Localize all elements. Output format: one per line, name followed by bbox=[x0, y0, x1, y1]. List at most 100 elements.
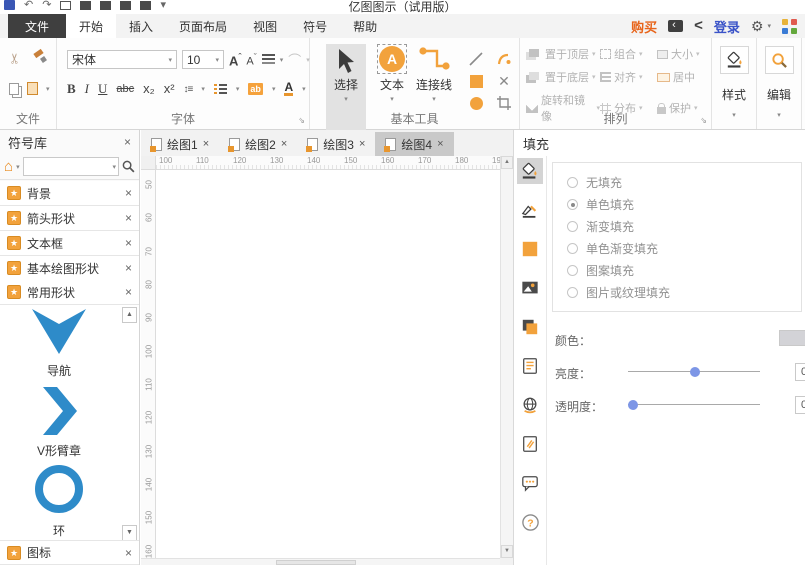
tab-symbols[interactable]: 符号 bbox=[290, 14, 340, 38]
note-tab-icon[interactable] bbox=[517, 353, 543, 379]
tab-home[interactable]: 开始 bbox=[66, 14, 116, 38]
radio-icon[interactable] bbox=[567, 221, 578, 232]
search-icon[interactable] bbox=[122, 160, 135, 173]
search-dropdown-icon[interactable]: ▾ bbox=[112, 163, 116, 171]
attachment-tab-icon[interactable] bbox=[517, 431, 543, 457]
bold-button[interactable]: B bbox=[67, 82, 76, 96]
curve-tool-icon[interactable] bbox=[496, 51, 512, 67]
tab-drawing4[interactable]: 绘图4 × bbox=[375, 132, 453, 156]
edit-button[interactable] bbox=[765, 46, 794, 74]
brightness-slider[interactable] bbox=[628, 371, 760, 372]
section-close-icon[interactable]: × bbox=[125, 238, 132, 248]
superscript-button[interactable]: x² bbox=[164, 82, 175, 96]
home-icon[interactable]: ⌂ bbox=[4, 160, 13, 173]
option-pattern-fill[interactable]: 图案填充 bbox=[567, 262, 801, 279]
brightness-slider-handle[interactable] bbox=[690, 367, 700, 377]
shrink-font-button[interactable]: A bbox=[246, 50, 256, 69]
scroll-down-icon[interactable]: ▼ bbox=[501, 545, 513, 558]
rectangle-tool-icon[interactable] bbox=[470, 75, 483, 88]
sidebar-close-icon[interactable]: × bbox=[124, 137, 131, 147]
scroll-up-icon[interactable]: ▲ bbox=[122, 307, 137, 323]
tab-help[interactable]: 帮助 bbox=[340, 14, 390, 38]
option-gradient-fill[interactable]: 渐变填充 bbox=[567, 218, 801, 235]
radio-icon[interactable] bbox=[567, 287, 578, 298]
tab-close-icon[interactable]: × bbox=[203, 138, 209, 150]
section-close-icon[interactable]: × bbox=[125, 263, 132, 273]
align-button[interactable]: 对齐▾ bbox=[600, 69, 657, 85]
bullet-list-icon[interactable] bbox=[214, 84, 227, 95]
text-align-dropdown-icon[interactable]: ▾ bbox=[280, 56, 284, 64]
ellipse-tool-icon[interactable] bbox=[470, 97, 483, 110]
section-common-shapes[interactable]: ★ 常用形状 × bbox=[0, 280, 139, 305]
hyperlink-tab-icon[interactable] bbox=[517, 392, 543, 418]
option-no-fill[interactable]: 无填充 bbox=[567, 174, 801, 191]
shape-navigation[interactable]: 导航 bbox=[0, 309, 118, 379]
tab-drawing1[interactable]: 绘图1 × bbox=[141, 132, 219, 156]
cut-icon[interactable]: ✂ bbox=[6, 53, 23, 65]
paste-icon[interactable] bbox=[27, 82, 38, 95]
tab-close-icon[interactable]: × bbox=[359, 138, 365, 150]
send-to-back-button[interactable]: 置于底层▾ bbox=[526, 69, 600, 85]
tab-drawing2[interactable]: 绘图2 × bbox=[219, 132, 297, 156]
text-align-icon[interactable] bbox=[262, 54, 275, 65]
paste-dropdown-icon[interactable]: ▾ bbox=[46, 85, 50, 93]
font-size-select[interactable]: 10▾ bbox=[182, 50, 224, 69]
section-text-box[interactable]: ★ 文本框 × bbox=[0, 231, 139, 256]
radio-icon[interactable] bbox=[567, 265, 578, 276]
symbol-search-input[interactable]: ▾ bbox=[23, 157, 119, 176]
connector-tool-button[interactable]: 连接线 ▾ bbox=[414, 44, 454, 103]
image-tab-icon[interactable] bbox=[517, 275, 543, 301]
transparency-slider-handle[interactable] bbox=[628, 400, 638, 410]
text-dropdown-icon[interactable]: ▾ bbox=[390, 95, 394, 103]
copy-icon[interactable] bbox=[9, 83, 19, 95]
drawing-canvas[interactable] bbox=[156, 170, 501, 558]
delete-tool-icon[interactable]: ✕ bbox=[498, 75, 510, 87]
subscript-button[interactable]: x₂ bbox=[143, 82, 155, 96]
scrollbar-thumb[interactable] bbox=[276, 560, 356, 565]
option-picture-texture-fill[interactable]: 图片或纹理填充 bbox=[567, 284, 801, 301]
share-icon[interactable]: < bbox=[694, 20, 703, 32]
bring-to-front-button[interactable]: 置于顶层▾ bbox=[526, 46, 600, 62]
edit-dropdown-icon[interactable]: ▾ bbox=[777, 112, 781, 119]
line-spacing-dropdown-icon[interactable]: ▾ bbox=[201, 85, 205, 93]
section-close-icon[interactable]: × bbox=[125, 548, 132, 558]
highlight-dropdown-icon[interactable]: ▾ bbox=[272, 85, 276, 93]
shadow-tab-icon[interactable] bbox=[517, 314, 543, 340]
style-dropdown-icon[interactable]: ▾ bbox=[732, 112, 736, 119]
underline-button[interactable]: U bbox=[98, 82, 107, 96]
canvas-vertical-scrollbar[interactable]: ▲ ▼ bbox=[500, 156, 513, 558]
section-close-icon[interactable]: × bbox=[125, 213, 132, 223]
line-style-tab-icon[interactable] bbox=[517, 197, 543, 223]
comment-tab-icon[interactable] bbox=[517, 470, 543, 496]
option-solid-fill[interactable]: 单色填充 bbox=[567, 196, 801, 213]
italic-button[interactable]: I bbox=[85, 82, 89, 96]
tab-insert[interactable]: 插入 bbox=[116, 14, 166, 38]
transparency-slider[interactable] bbox=[628, 404, 760, 405]
quick-color-tab-icon[interactable] bbox=[517, 236, 543, 262]
font-color-icon[interactable]: A bbox=[284, 82, 293, 96]
section-arrow-shapes[interactable]: ★ 箭头形状 × bbox=[0, 206, 139, 231]
group-button[interactable]: 组合▾ bbox=[600, 46, 657, 62]
feedback-icon[interactable] bbox=[668, 20, 683, 32]
radio-icon[interactable] bbox=[567, 177, 578, 188]
text-tool-button[interactable]: A 文本 ▾ bbox=[372, 44, 412, 103]
strikethrough-button[interactable]: abc bbox=[116, 82, 134, 96]
option-single-gradient-fill[interactable]: 单色渐变填充 bbox=[567, 240, 801, 257]
buy-link[interactable]: 购买 bbox=[631, 17, 657, 36]
tab-drawing3[interactable]: 绘图3 × bbox=[297, 132, 375, 156]
radio-icon-selected[interactable] bbox=[567, 199, 578, 210]
style-button[interactable] bbox=[720, 46, 749, 74]
font-name-select[interactable]: 宋体▾ bbox=[67, 50, 177, 69]
canvas-horizontal-scrollbar[interactable] bbox=[141, 558, 500, 565]
tab-close-icon[interactable]: × bbox=[281, 138, 287, 150]
sidebar-scrollbar[interactable]: ▲ ▼ bbox=[122, 307, 137, 541]
scroll-up-icon[interactable]: ▲ bbox=[501, 156, 513, 169]
home-dropdown-icon[interactable]: ▾ bbox=[16, 163, 20, 171]
text-highlight-icon[interactable]: ab bbox=[248, 83, 263, 95]
settings-gear-icon[interactable]: ⚙ bbox=[751, 18, 764, 35]
font-color-dropdown-icon[interactable]: ▾ bbox=[302, 85, 306, 93]
connector-dropdown-icon[interactable]: ▾ bbox=[432, 95, 436, 103]
section-close-icon[interactable]: × bbox=[125, 188, 132, 198]
section-background[interactable]: ★ 背景 × bbox=[0, 181, 139, 206]
login-link[interactable]: 登录 bbox=[714, 17, 740, 36]
